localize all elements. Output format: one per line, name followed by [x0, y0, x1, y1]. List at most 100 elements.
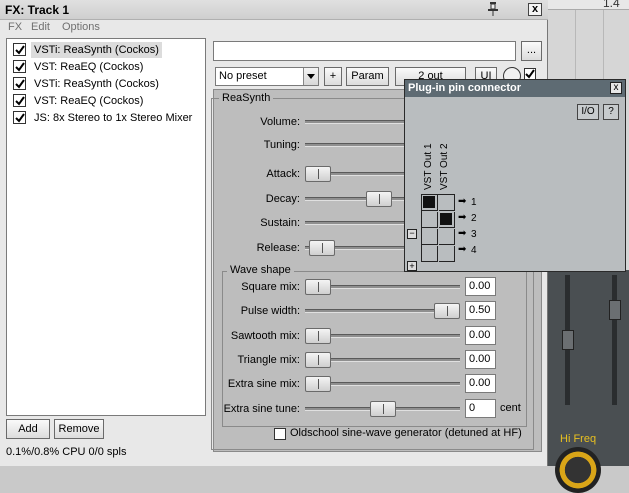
collapse-pins-button[interactable]: − [407, 229, 417, 239]
pin-connector-title: Plug-in pin connector [408, 82, 522, 94]
fx-name: VST: ReaEQ (Cockos) [34, 61, 144, 73]
menu-bar: FX Edit Options [0, 20, 548, 36]
hi-freq-knob[interactable] [555, 447, 601, 493]
param-label: Triangle mix: [237, 354, 300, 366]
param-label: Tuning: [263, 139, 300, 151]
slider-thumb[interactable] [305, 166, 331, 182]
remove-button[interactable]: Remove [54, 419, 104, 439]
mixer-fader[interactable] [562, 330, 574, 350]
sawtooth-mix-value[interactable]: 0.00 [465, 326, 496, 345]
fx-list-item[interactable]: VST: ReaEQ (Cockos) [9, 93, 203, 109]
preset-name-field[interactable] [213, 41, 516, 61]
extra-sine-tune-slider[interactable] [305, 401, 460, 417]
sawtooth-mix-slider[interactable] [305, 328, 460, 344]
fx-list-item[interactable]: VST: ReaEQ (Cockos) [9, 59, 203, 75]
arrow-right-icon: ➡ [458, 228, 467, 239]
pin-icon[interactable] [485, 1, 501, 17]
window-title: FX: Track 1 [5, 3, 70, 17]
add-button[interactable]: Add [6, 419, 50, 439]
extra-sine-mix-value[interactable]: 0.00 [465, 374, 496, 393]
fx-name: JS: 8x Stereo to 1x Stereo Mixer [34, 112, 193, 124]
menu-fx[interactable]: FX [8, 21, 22, 33]
title-bar[interactable]: FX: Track 1 x [0, 0, 548, 20]
slider-thumb[interactable] [305, 376, 331, 392]
pin-cell[interactable] [422, 212, 438, 228]
slider-thumb[interactable] [305, 352, 331, 368]
pin-matrix [421, 194, 455, 262]
pin-row-label: 4 [471, 245, 477, 256]
param-label: Volume: [260, 116, 300, 128]
preset-selected: No preset [219, 70, 267, 82]
enable-checkbox[interactable] [13, 111, 26, 124]
fx-name: VSTi: ReaSynth (Cockos) [31, 42, 162, 58]
add-pins-button[interactable]: + [407, 261, 417, 271]
slider-thumb[interactable] [305, 328, 331, 344]
slider-thumb[interactable] [369, 401, 396, 417]
pin-cell[interactable] [422, 229, 438, 245]
pin-row-label: 2 [471, 213, 477, 224]
param-label: Extra sine tune: [223, 403, 300, 415]
pin-cell[interactable] [439, 195, 455, 211]
enable-checkbox[interactable] [13, 43, 26, 56]
arrow-right-icon: ➡ [458, 196, 467, 207]
pulse-width-value[interactable]: 0.50 [465, 301, 496, 320]
menu-edit[interactable]: Edit [31, 21, 50, 33]
pin-cell[interactable] [439, 246, 455, 262]
chevron-down-icon[interactable] [303, 68, 318, 85]
param-label: Sustain: [260, 217, 300, 229]
oldschool-label: Oldschool sine-wave generator (detuned a… [290, 427, 522, 439]
slider-thumb[interactable] [366, 191, 393, 207]
oldschool-checkbox[interactable] [274, 428, 286, 440]
triangle-mix-slider[interactable] [305, 352, 460, 368]
extra-sine-tune-value[interactable]: 0 [465, 399, 496, 418]
slider-thumb[interactable] [309, 240, 336, 256]
fx-list-item[interactable]: VSTi: ReaSynth (Cockos) [9, 42, 203, 58]
extra-sine-mix-slider[interactable] [305, 376, 460, 392]
close-button[interactable]: x [528, 3, 542, 16]
square-mix-value[interactable]: 0.00 [465, 277, 496, 296]
enable-checkbox[interactable] [13, 77, 26, 90]
param-label: Attack: [266, 168, 300, 180]
fx-list-item[interactable]: JS: 8x Stereo to 1x Stereo Mixer [9, 110, 203, 126]
pulse-width-slider[interactable] [305, 303, 460, 319]
mixer-fader-track [612, 275, 617, 405]
help-button[interactable]: ? [603, 104, 619, 120]
enable-checkbox[interactable] [13, 94, 26, 107]
arrow-right-icon: ➡ [458, 212, 467, 223]
pin-column-label: VST Out 2 [439, 143, 450, 190]
slider-thumb[interactable] [305, 279, 331, 295]
pin-connector-title-bar[interactable]: Plug-in pin connector x [405, 80, 625, 97]
arrow-right-icon: ➡ [458, 244, 467, 255]
reasynth-group-title: ReaSynth [219, 92, 274, 104]
param-label: Release: [256, 242, 300, 254]
hi-freq-label: Hi Freq [560, 433, 597, 445]
enable-checkbox[interactable] [13, 60, 26, 73]
param-button[interactable]: Param [346, 67, 389, 86]
fx-list-item[interactable]: VSTi: ReaSynth (Cockos) [9, 76, 203, 92]
param-label: Decay: [265, 193, 300, 205]
io-routing-button[interactable]: I/O [577, 104, 599, 120]
pin-cell[interactable] [439, 212, 455, 228]
param-label: Square mix: [241, 281, 300, 293]
preset-menu-button[interactable]: ... [521, 41, 542, 61]
pin-cell[interactable] [439, 229, 455, 245]
pin-cell[interactable] [422, 246, 438, 262]
wave-shape-title: Wave shape [227, 264, 294, 276]
param-label: Sawtooth mix: [230, 330, 300, 342]
slider-thumb[interactable] [434, 303, 460, 319]
cent-unit-label: cent [500, 402, 521, 414]
fx-chain-list[interactable]: VSTi: ReaSynth (Cockos) VST: ReaEQ (Cock… [6, 38, 206, 416]
preset-dropdown[interactable]: No preset [215, 67, 319, 86]
menu-options[interactable]: Options [62, 21, 100, 33]
param-label: Pulse width: [240, 305, 300, 317]
pin-connector-close-button[interactable]: x [610, 82, 622, 94]
fx-name: VSTi: ReaSynth (Cockos) [34, 78, 159, 90]
mixer-fader[interactable] [609, 300, 621, 320]
pin-row-label: 1 [471, 197, 477, 208]
pin-cell[interactable] [422, 195, 438, 211]
fx-name: VST: ReaEQ (Cockos) [34, 95, 144, 107]
square-mix-slider[interactable] [305, 279, 460, 295]
pin-connector-window: Plug-in pin connector x I/O ? VST Out 1 … [404, 79, 626, 272]
add-preset-button[interactable]: + [324, 67, 342, 86]
triangle-mix-value[interactable]: 0.00 [465, 350, 496, 369]
